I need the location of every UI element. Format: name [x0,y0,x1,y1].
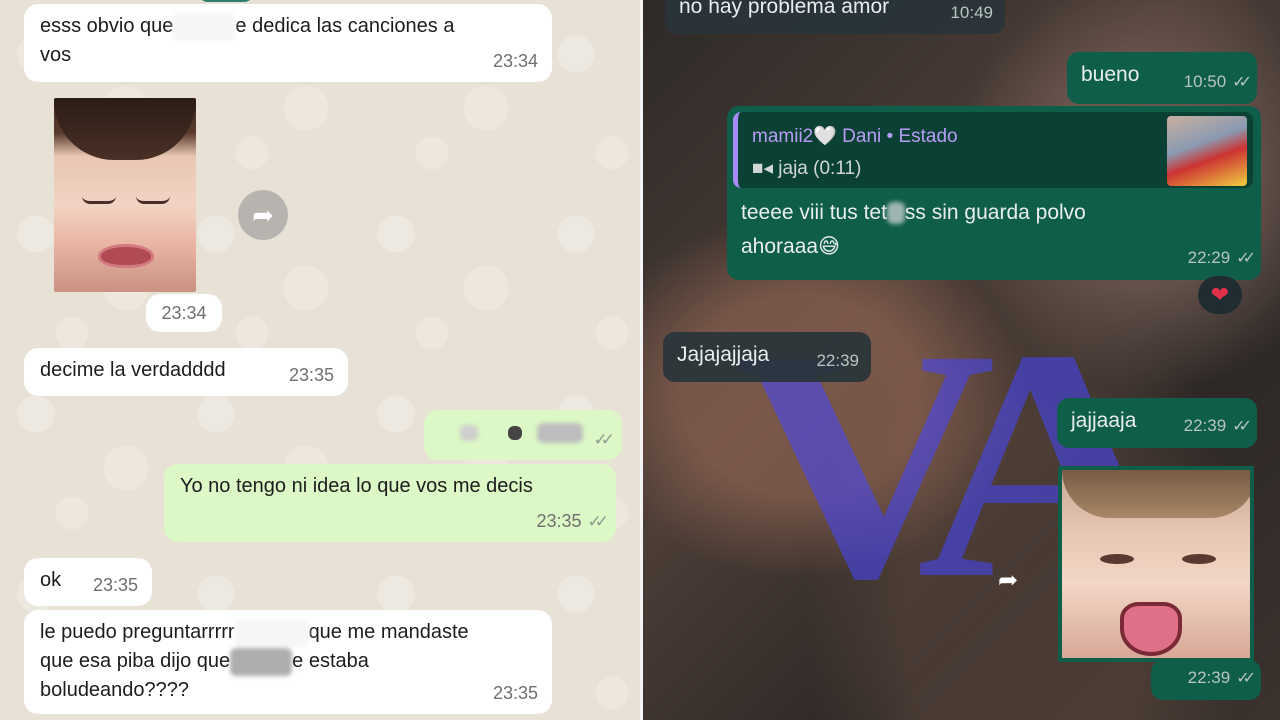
message-text: ahoraaa😅 [741,235,840,258]
message-text: decime la verdadddd [40,359,226,381]
message-text: le puedo preguntarrrrr [40,621,235,643]
message-time: 23:35 [288,365,334,385]
left-chat-panel: esss obvio que e dedica las canciones a v… [0,0,640,720]
message-text: ok [40,569,62,591]
message-status: ✓✓ [588,425,615,454]
message-bubble-incoming[interactable]: ok 23:35 [24,558,152,606]
message-text: jajjaaja [1071,409,1137,432]
header-tab [198,0,254,2]
message-time-text: 23:35 [536,511,582,531]
photo-hair [54,98,196,160]
message-text: vos [40,44,72,66]
photo-hair [1062,470,1250,518]
redacted-blur [460,424,478,441]
double-check-icon: ✓✓ [1232,418,1252,435]
message-text: ss sin guarda polvo [904,201,1086,224]
image-time: 23:34 [146,294,222,332]
message-bubble-incoming[interactable]: Jajajajjaja 22:39 [663,332,871,382]
double-check-icon: ✓✓ [587,512,609,531]
double-check-icon: ✓✓ [1236,670,1256,687]
double-check-icon: ✓✓ [593,430,615,449]
message-time-text: 22:39 [1187,668,1231,687]
message-time-text: 22:39 [1183,416,1227,435]
message-text: teeee viii tus tet [741,201,887,224]
image-message[interactable] [1058,466,1254,662]
message-bubble-outgoing[interactable]: mamii2🤍 Dani • Estado ■◂ jaja (0:11) tee… [727,106,1261,280]
forward-icon[interactable]: ➦ [998,566,1018,595]
heart-icon[interactable]: ❤ [1198,276,1242,314]
message-bubble-incoming[interactable]: decime la verdadddd 23:35 [24,348,348,396]
message-time: 22:39 ✓✓ [1187,661,1256,696]
message-time-text: 10:50 [1183,72,1227,91]
message-text: esss obvio que [40,15,174,37]
message-text: bueno [1081,63,1140,86]
message-time-text: 22:29 [1187,248,1231,267]
reply-snippet: ■◂ jaja (0:11) [752,158,862,179]
message-time: 23:35 [492,683,538,703]
photo-eye [136,196,170,204]
message-time: 23:35 [92,575,138,595]
message-time: 23:35 ✓✓ [536,507,609,536]
quoted-status-reply[interactable]: mamii2🤍 Dani • Estado ■◂ jaja (0:11) [733,112,1253,188]
redacted-blur [230,647,293,676]
message-time: 10:49 [950,3,993,22]
message-bubble-outgoing[interactable]: bueno 10:50 ✓✓ [1067,52,1257,104]
image-time-pill: 22:39 ✓✓ [1151,660,1261,700]
message-text: que esa piba dijo que [40,650,231,672]
message-bubble-outgoing[interactable]: ✓✓ [424,410,622,460]
message-bubble-incoming[interactable]: le puedo preguntarrrrr que me mandaste qu… [24,610,552,714]
message-bubble-outgoing[interactable]: jajjaaja 22:39 ✓✓ [1057,398,1257,448]
photo-mouth [98,244,154,268]
photo-tongue [1120,602,1182,656]
message-time: 23:34 [492,51,538,71]
message-text: Jajajajjaja [677,343,770,366]
message-body: teeee viii tus tet ss sin guarda polvo ah… [741,196,1086,264]
message-time: 22:29 ✓✓ [1187,241,1256,276]
message-time: 22:39 ✓✓ [1183,409,1252,444]
redacted-blur [507,425,522,440]
photo-eye [1100,554,1134,564]
redacted-blur [537,422,584,443]
redacted-blur [173,12,236,41]
image-message[interactable] [54,98,196,292]
message-bubble-incoming[interactable]: esss obvio que e dedica las canciones a v… [24,4,552,82]
message-text: boludeando???? [40,679,190,701]
forward-icon[interactable]: ➦ [238,190,288,240]
message-text: e dedica las canciones a [235,15,455,37]
reply-thumbnail [1167,116,1247,186]
redacted-blur [234,618,309,647]
message-time: 10:50 ✓✓ [1183,65,1252,100]
double-check-icon: ✓✓ [1236,250,1256,267]
message-text: Yo no tengo ni idea lo que vos me decis [180,475,533,497]
message-text: que me mandaste [308,621,469,643]
redacted-blur [886,202,905,225]
photo-eye [1182,554,1216,564]
reply-author: mamii2🤍 Dani • Estado [752,126,958,147]
double-check-icon: ✓✓ [1232,74,1252,91]
photo-eye [82,196,116,204]
message-bubble-incoming[interactable]: no hay problema amor 10:49 [665,0,1005,34]
message-text: no hay problema amor [679,0,890,18]
message-text: e estaba [292,650,369,672]
message-time: 22:39 [816,351,859,370]
message-bubble-outgoing[interactable]: Yo no tengo ni idea lo que vos me decis … [164,464,616,542]
